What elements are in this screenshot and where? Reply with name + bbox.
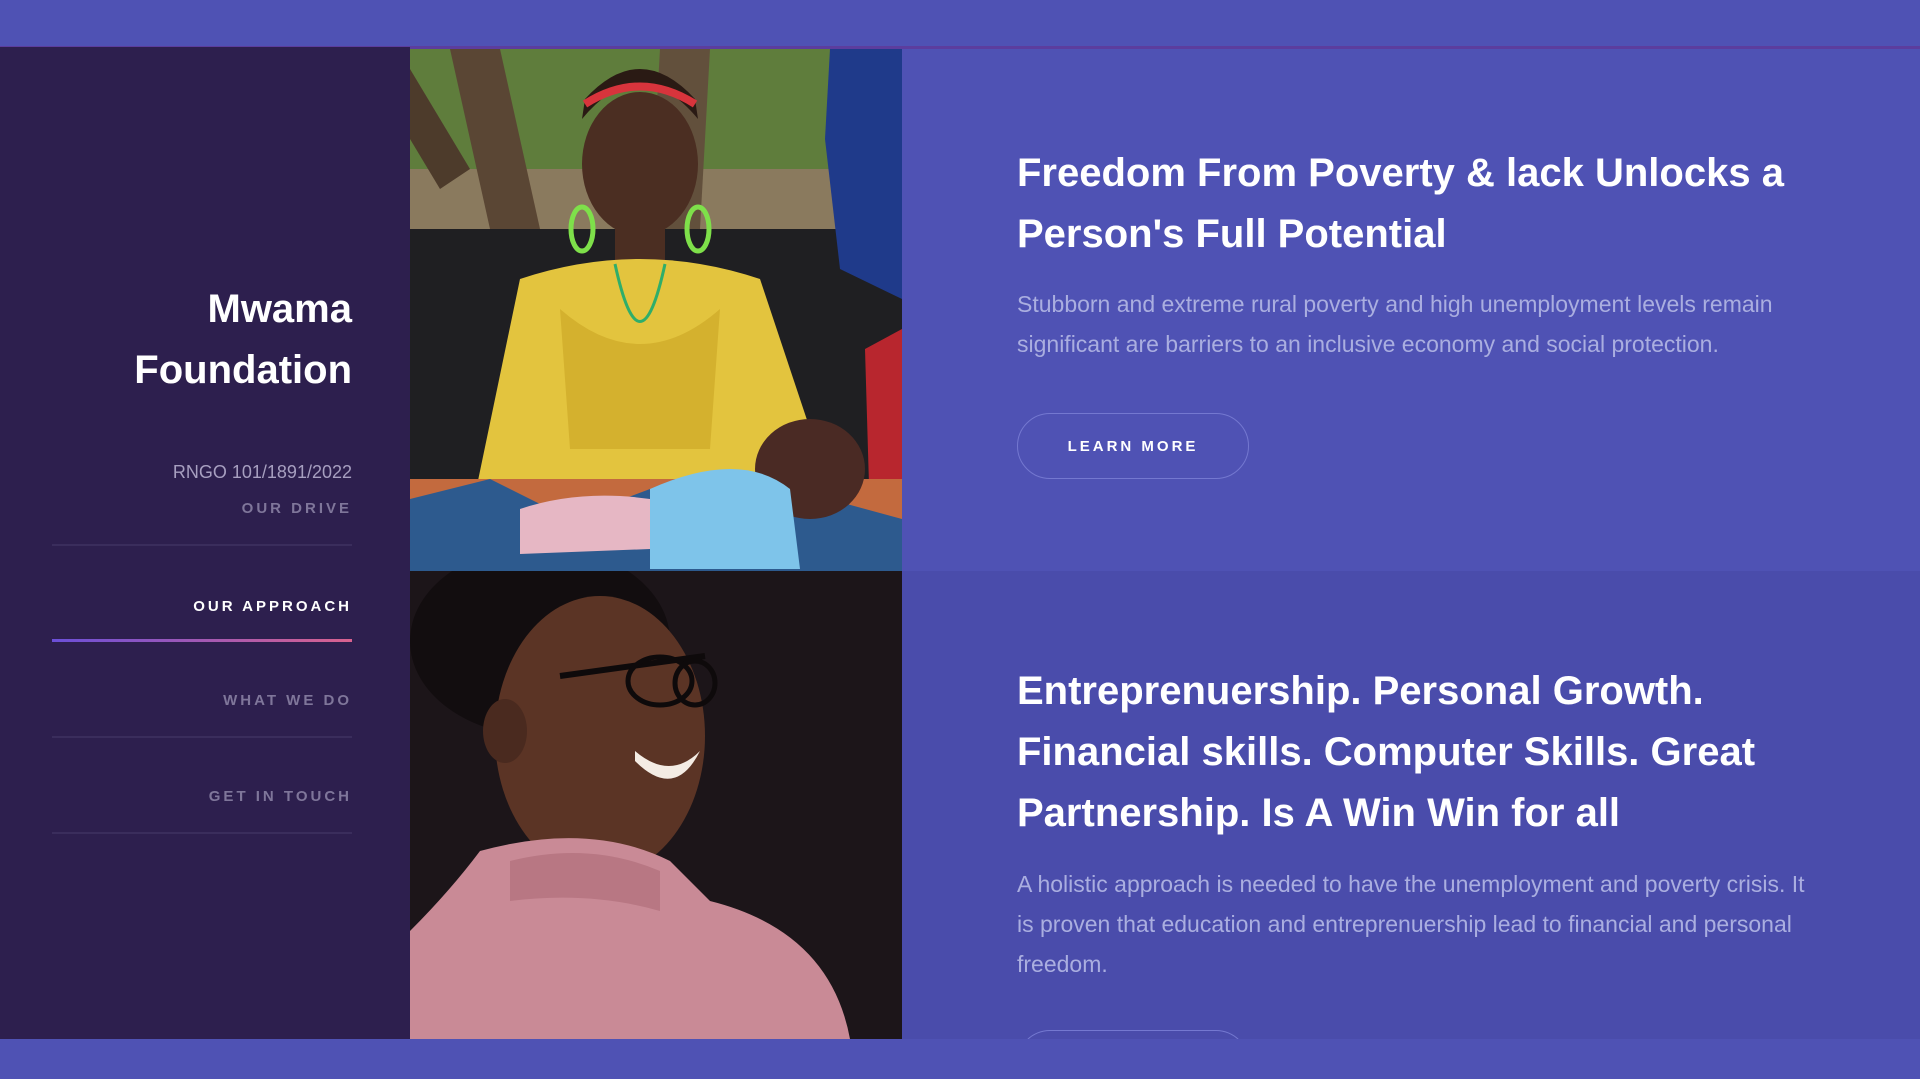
registration-number: RNGO 101/1891/2022	[172, 462, 352, 482]
section-body: Stubborn and extreme rural poverty and h…	[1017, 291, 1773, 357]
sidebar-nav: OUR DRIVE OUR APPROACH WHAT WE DO GET IN…	[52, 482, 352, 834]
brand-title: Mwama Foundation	[134, 287, 352, 392]
learn-more-button[interactable]: LEARN MORE	[1017, 413, 1249, 479]
photo-woman-with-baby-icon	[410, 49, 902, 571]
photo-woman-with-baby	[410, 49, 902, 571]
section-body: A holistic approach is needed to have th…	[1017, 871, 1805, 977]
section-heading: Freedom From Poverty & lack Unlocks a Pe…	[1017, 151, 1784, 256]
sidebar: Mwama Foundation RNGO 101/1891/2022 OUR …	[0, 47, 410, 1039]
nav-item-what-we-do[interactable]: WHAT WE DO	[52, 642, 352, 738]
bottom-bar	[0, 1039, 1920, 1079]
nav-item-get-in-touch[interactable]: GET IN TOUCH	[52, 738, 352, 834]
nav-item-our-approach[interactable]: OUR APPROACH	[52, 546, 352, 642]
top-bar	[0, 0, 1920, 46]
nav-item-label: OUR DRIVE	[241, 500, 352, 517]
section-entrepreneurship: Entreprenuership. Personal Growth. Finan…	[902, 571, 1920, 1070]
nav-item-label: OUR APPROACH	[193, 598, 352, 615]
nav-item-our-drive[interactable]: OUR DRIVE	[52, 482, 352, 546]
photo-smiling-woman	[410, 571, 902, 1039]
section-freedom-from-poverty: Freedom From Poverty & lack Unlocks a Pe…	[902, 49, 1920, 571]
page-frame: Mwama Foundation RNGO 101/1891/2022 OUR …	[0, 0, 1920, 1080]
section-heading: Entreprenuership. Personal Growth. Finan…	[1017, 669, 1756, 835]
nav-item-label: GET IN TOUCH	[208, 788, 352, 805]
photo-smiling-woman-icon	[410, 571, 902, 1039]
nav-item-label: WHAT WE DO	[223, 692, 352, 709]
